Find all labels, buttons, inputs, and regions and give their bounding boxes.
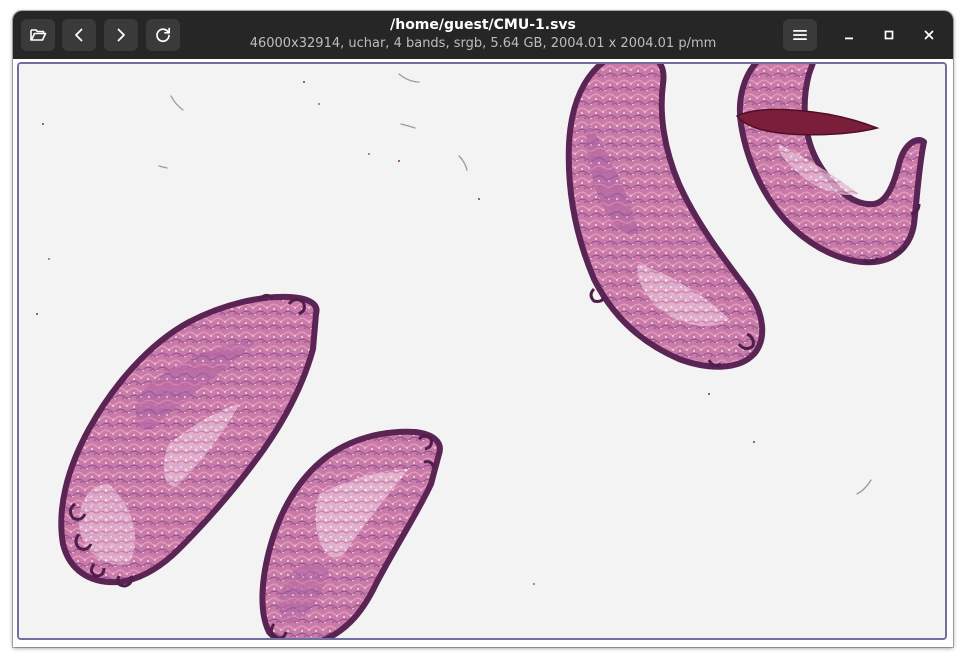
chevron-right-icon [114,27,128,43]
image-viewer[interactable] [13,59,953,647]
close-icon [923,26,935,45]
slide-image [19,64,945,638]
minimize-button[interactable] [837,23,861,47]
close-button[interactable] [917,23,941,47]
window-title: /home/guest/CMU-1.svs [390,17,576,33]
minimize-icon [843,26,855,45]
main-menu-button[interactable] [783,19,817,51]
app-window: /home/guest/CMU-1.svs 46000x32914, uchar… [13,11,953,647]
maximize-button[interactable] [877,23,901,47]
slide-image-frame[interactable] [17,62,947,640]
hamburger-menu-icon [792,28,808,42]
header-bar: /home/guest/CMU-1.svs 46000x32914, uchar… [13,11,953,59]
forward-button[interactable] [104,19,138,51]
image-info-subtitle: 46000x32914, uchar, 4 bands, srgb, 5.64 … [249,36,717,51]
open-button[interactable] [21,19,55,51]
maximize-icon [883,26,895,45]
reload-button[interactable] [146,19,180,51]
chevron-left-icon [72,27,86,43]
title-area: /home/guest/CMU-1.svs 46000x32914, uchar… [233,16,733,53]
reload-icon [154,26,172,44]
back-button[interactable] [62,19,96,51]
folder-open-icon [29,27,47,43]
